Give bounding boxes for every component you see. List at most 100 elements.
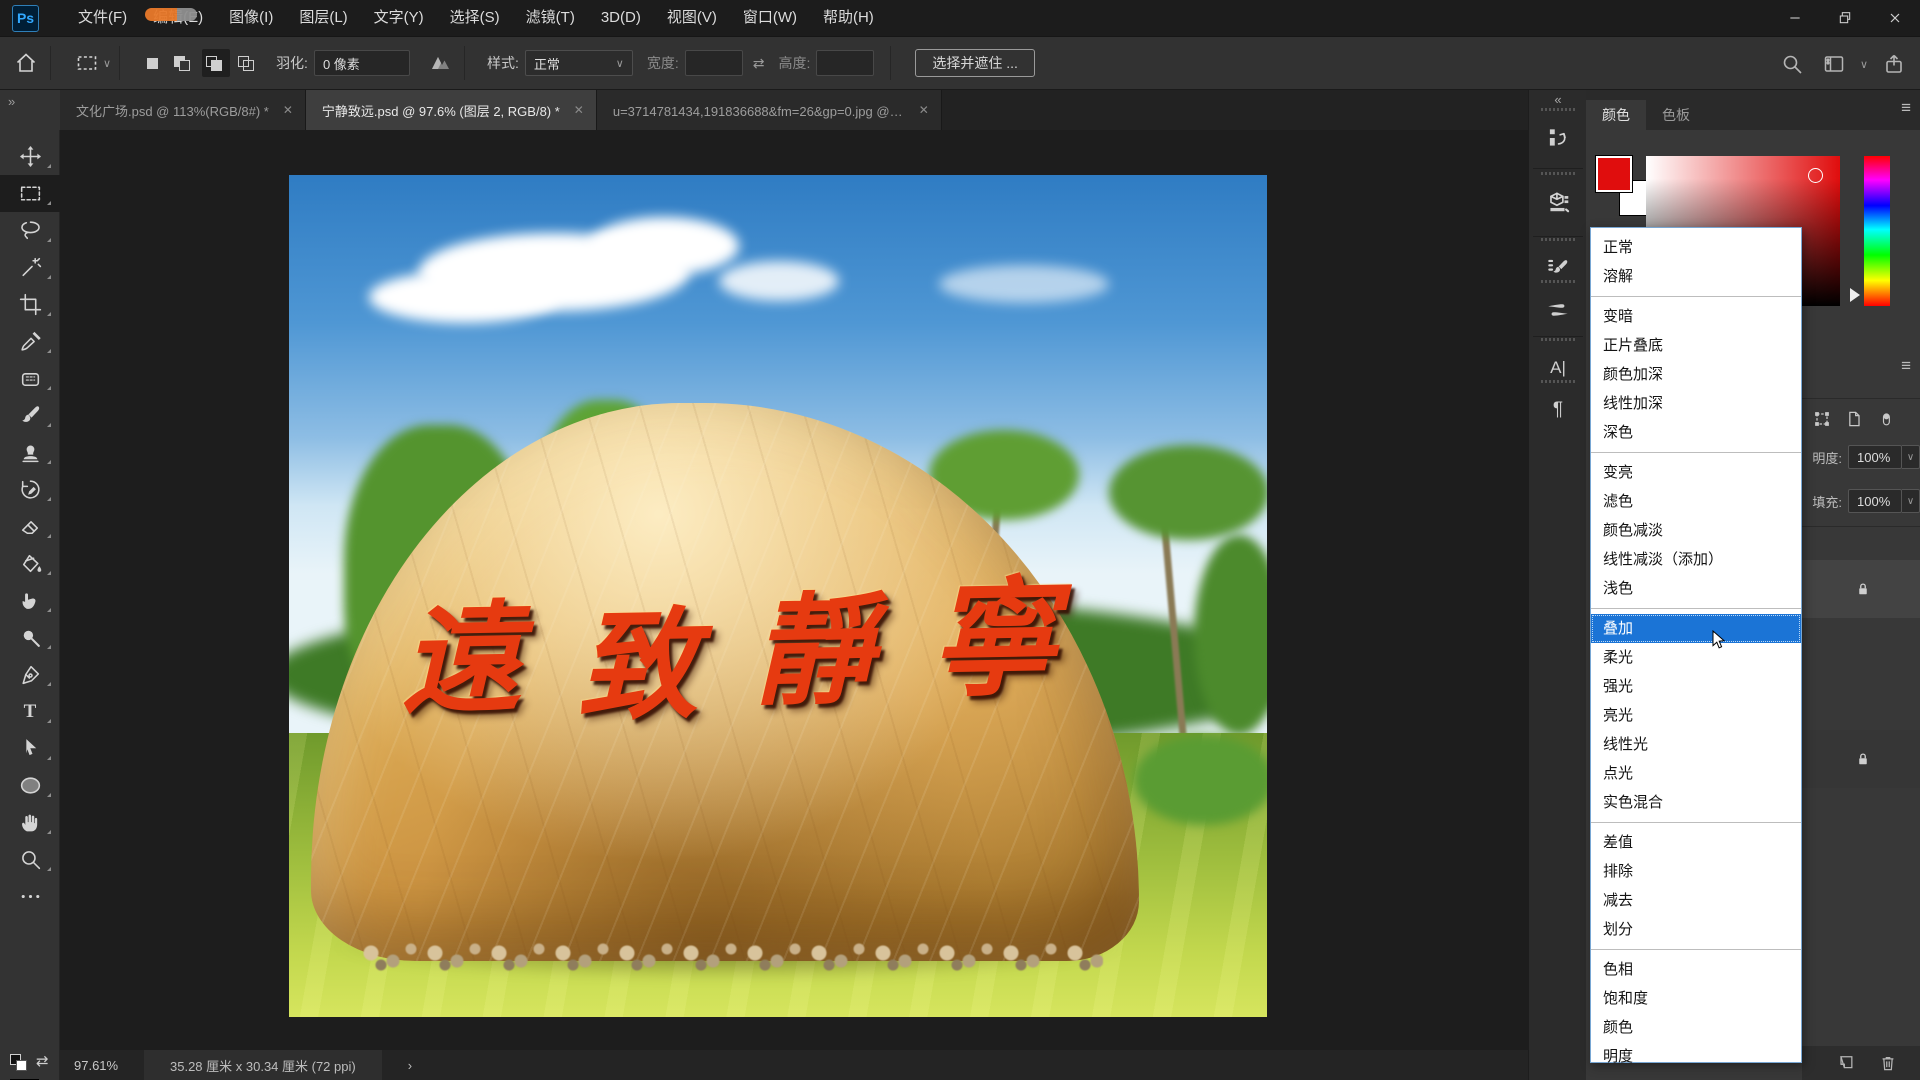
blend-mode-option[interactable]: 饱和度 [1591,984,1801,1013]
patch-tool[interactable] [0,360,60,397]
fill-value[interactable]: 100% [1848,489,1902,513]
status-chevron-icon[interactable]: › [408,1058,412,1073]
hue-pointer[interactable] [1850,288,1860,302]
paragraph-panel-icon[interactable]: ¶ [1529,390,1587,430]
feather-input[interactable]: 0 像素 [314,50,410,76]
subtract-selection-button[interactable] [202,49,230,77]
blend-mode-option[interactable]: 颜色加深 [1591,360,1801,389]
zoom-level[interactable]: 97.61% [74,1058,144,1073]
blend-mode-option[interactable]: 强光 [1591,672,1801,701]
new-layer-icon[interactable] [1836,1053,1856,1073]
smudge-tool[interactable] [0,582,60,619]
path-selection-tool[interactable] [0,730,60,767]
pen-tool[interactable] [0,656,60,693]
document-size-info[interactable]: 35.28 厘米 x 30.34 厘米 (72 ppi) [144,1050,382,1080]
blend-mode-option[interactable]: 差值 [1591,828,1801,857]
layer-row[interactable] [1802,730,1920,788]
panels-collapse-icon[interactable]: « [1529,92,1587,107]
rectangular-marquee-tool[interactable] [0,175,60,212]
chevron-down-icon[interactable]: ∨ [1860,58,1868,71]
select-and-mask-button[interactable]: 选择并遮住 ... [915,49,1035,77]
tool-preset-picker[interactable]: ∨ [71,47,111,79]
menu-item[interactable]: 图像(I) [216,0,286,36]
opacity-value[interactable]: 100% [1848,445,1902,469]
menu-item[interactable]: 视图(V) [654,0,730,36]
menu-item[interactable]: 3D(D) [588,0,654,36]
menu-item[interactable]: 选择(S) [437,0,513,36]
default-colors-icon[interactable] [10,1054,32,1072]
tab-color[interactable]: 颜色 [1586,100,1646,130]
type-tool[interactable]: T [0,693,60,730]
document-tab[interactable]: u=3714781434,191836688&fm=26&gp=0.jpg @ … [597,90,942,130]
minimize-button[interactable] [1770,0,1820,36]
history-panel-icon[interactable] [1529,118,1587,158]
blend-mode-option[interactable]: 正常 [1591,233,1801,262]
style-select[interactable]: 正常 ∨ [525,50,633,76]
blend-mode-option[interactable]: 颜色 [1591,1013,1801,1042]
restore-button[interactable] [1820,0,1870,36]
magic-wand-tool[interactable] [0,249,60,286]
blend-mode-option[interactable]: 明度 [1591,1042,1801,1071]
width-input[interactable] [685,50,743,76]
add-selection-button[interactable] [170,49,198,77]
document-canvas[interactable]: 遠致靜寧 [289,175,1267,1017]
swap-colors-icon[interactable]: ⇄ [36,1052,49,1070]
blend-mode-option[interactable]: 划分 [1591,915,1801,944]
blend-mode-option[interactable]: 色相 [1591,955,1801,984]
blend-mode-option[interactable]: 线性光 [1591,730,1801,759]
brushes-panel-icon[interactable] [1529,290,1587,330]
crop-tool[interactable] [0,286,60,323]
delete-layer-icon[interactable] [1878,1053,1898,1073]
search-icon[interactable] [1776,48,1808,80]
3d-panel-icon[interactable] [1529,182,1587,222]
menu-item[interactable]: 文字(Y) [361,0,437,36]
blend-mode-option[interactable]: 滤色 [1591,487,1801,516]
tab-close-icon[interactable]: ✕ [574,103,584,117]
more-tools-tool[interactable] [0,878,60,915]
panel-menu-icon[interactable]: ≡ [1901,98,1910,118]
blend-mode-option[interactable]: 减去 [1591,886,1801,915]
lasso-tool[interactable] [0,212,60,249]
intersect-selection-button[interactable] [234,49,262,77]
hue-slider[interactable] [1864,156,1890,306]
new-selection-button[interactable] [138,49,166,77]
menu-item[interactable]: 窗口(W) [730,0,810,36]
blend-mode-option[interactable]: 变亮 [1591,458,1801,487]
blend-mode-option[interactable]: 线性加深 [1591,389,1801,418]
tab-swatches[interactable]: 色板 [1646,100,1706,130]
tab-close-icon[interactable]: ✕ [283,103,293,117]
opacity-dropdown-icon[interactable]: ∨ [1902,445,1920,469]
layer-row-selected[interactable] [1802,560,1920,618]
move-tool[interactable] [0,138,60,175]
paint-bucket-tool[interactable] [0,545,60,582]
ellipse-shape-tool[interactable] [0,767,60,804]
blend-mode-option[interactable]: 点光 [1591,759,1801,788]
share-icon[interactable] [1878,48,1910,80]
swap-dimensions-icon[interactable]: ⇄ [753,55,765,72]
hand-tool[interactable] [0,804,60,841]
clone-stamp-tool[interactable] [0,434,60,471]
color-panel-foreground[interactable] [1596,156,1632,192]
height-input[interactable] [816,50,874,76]
fill-dropdown-icon[interactable]: ∨ [1902,489,1920,513]
blend-mode-option[interactable]: 叠加 [1591,614,1801,643]
eraser-tool[interactable] [0,508,60,545]
tab-close-icon[interactable]: ✕ [919,103,929,117]
blend-mode-option[interactable]: 变暗 [1591,302,1801,331]
document-tab[interactable]: 文化广场.psd @ 113%(RGB/8#) *✕ [60,90,306,130]
blend-mode-option[interactable]: 亮光 [1591,701,1801,730]
close-button[interactable] [1870,0,1920,36]
document-tab[interactable]: 宁静致远.psd @ 97.6% (图层 2, RGB/8) *✕ [306,90,597,130]
blend-mode-option[interactable]: 实色混合 [1591,788,1801,817]
history-brush-tool[interactable] [0,471,60,508]
menu-item[interactable]: 滤镜(T) [513,0,588,36]
toolbar-collapse-icon[interactable]: » [0,90,60,130]
blend-mode-option[interactable]: 溶解 [1591,262,1801,291]
menu-item[interactable]: 文件(F) [65,0,140,36]
menu-item[interactable]: 图层(L) [286,0,360,36]
dodge-tool[interactable] [0,619,60,656]
home-icon[interactable] [10,47,42,79]
layers-panel-menu-icon[interactable]: ≡ [1901,356,1910,376]
blend-mode-option[interactable]: 排除 [1591,857,1801,886]
zoom-tool[interactable] [0,841,60,878]
